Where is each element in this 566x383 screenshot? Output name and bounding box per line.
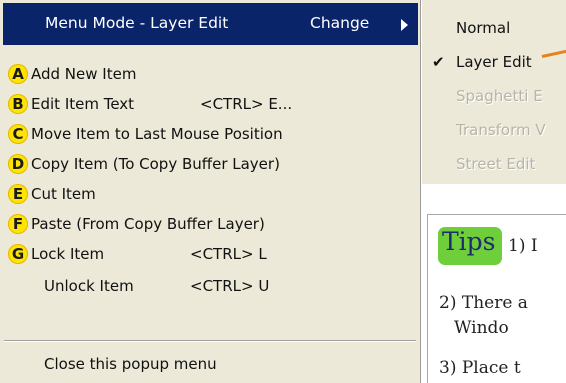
popup-menu: Menu Mode - Layer Edit Change A Add New … bbox=[0, 0, 421, 383]
submenu-item-label: Normal bbox=[456, 19, 511, 37]
tip-line-1: 1) I bbox=[508, 236, 538, 256]
menu-item-paste[interactable]: F Paste (From Copy Buffer Layer) bbox=[0, 209, 418, 239]
submenu-arrow-icon bbox=[401, 19, 408, 31]
tip-line-2-cont: Windo bbox=[454, 318, 509, 338]
submenu-item-label: Street Edit bbox=[456, 155, 536, 173]
menu-item-edit-item-text[interactable]: B Edit Item Text <CTRL> E... bbox=[0, 89, 418, 119]
tips-panel: Tips 1) I 2) There a Windo 3) Place t bbox=[427, 214, 566, 383]
menu-item-label: Lock Item bbox=[31, 245, 105, 263]
menu-item-shortcut: <CTRL> U bbox=[190, 277, 270, 295]
menu-separator bbox=[4, 340, 416, 342]
menu-mode-title: Menu Mode - Layer Edit bbox=[45, 14, 229, 32]
menu-item-label: Copy Item (To Copy Buffer Layer) bbox=[31, 155, 280, 173]
letter-badge-g: G bbox=[8, 244, 28, 264]
letter-badge-e: E bbox=[8, 184, 28, 204]
menu-item-cut-item[interactable]: E Cut Item bbox=[0, 179, 418, 209]
submenu-item-label: Transform V bbox=[456, 121, 546, 139]
tips-title: Tips bbox=[442, 227, 496, 256]
letter-badge-c: C bbox=[8, 124, 28, 144]
menu-item-label: Paste (From Copy Buffer Layer) bbox=[31, 215, 265, 233]
change-mode-submenu: Normal ✔ Layer Edit Spaghetti E Transfor… bbox=[421, 0, 566, 184]
menu-item-unlock-item[interactable]: Unlock Item <CTRL> U bbox=[0, 271, 418, 301]
menu-item-lock-item[interactable]: G Lock Item <CTRL> L bbox=[0, 239, 418, 269]
submenu-item-label: Layer Edit bbox=[456, 53, 532, 71]
tip-line-3: 3) Place t bbox=[439, 358, 521, 378]
menu-header-change-item[interactable]: Menu Mode - Layer Edit Change bbox=[3, 3, 418, 45]
menu-item-label: Add New Item bbox=[31, 65, 137, 83]
menu-item-copy-item[interactable]: D Copy Item (To Copy Buffer Layer) bbox=[0, 149, 418, 179]
letter-badge-b: B bbox=[8, 94, 28, 114]
letter-badge-f: F bbox=[8, 214, 28, 234]
menu-item-shortcut: <CTRL> L bbox=[190, 245, 267, 263]
submenu-item-transform: Transform V bbox=[422, 116, 566, 144]
pointer-arrow-icon bbox=[541, 49, 566, 58]
menu-item-label: Edit Item Text bbox=[31, 95, 135, 113]
menu-item-shortcut: <CTRL> E... bbox=[200, 95, 293, 113]
menu-item-label: Cut Item bbox=[31, 185, 96, 203]
submenu-item-street-edit: Street Edit bbox=[422, 150, 566, 178]
menu-item-close-popup[interactable]: Close this popup menu bbox=[0, 349, 418, 379]
submenu-item-normal[interactable]: Normal bbox=[422, 14, 566, 42]
letter-badge-a: A bbox=[8, 64, 28, 84]
checkmark-icon: ✔ bbox=[432, 53, 445, 71]
tip-line-2: 2) There a bbox=[439, 293, 528, 313]
menu-item-move-item[interactable]: C Move Item to Last Mouse Position bbox=[0, 119, 418, 149]
submenu-item-layer-edit[interactable]: ✔ Layer Edit bbox=[422, 48, 566, 76]
menu-item-label: Close this popup menu bbox=[44, 355, 217, 373]
letter-badge-d: D bbox=[8, 154, 28, 174]
submenu-item-label: Spaghetti E bbox=[456, 87, 543, 105]
menu-item-label: Move Item to Last Mouse Position bbox=[31, 125, 283, 143]
menu-item-label: Unlock Item bbox=[44, 277, 134, 295]
menu-item-add-new-item[interactable]: A Add New Item bbox=[0, 59, 418, 89]
submenu-item-spaghetti-edit: Spaghetti E bbox=[422, 82, 566, 110]
change-submenu-label: Change bbox=[310, 14, 370, 32]
